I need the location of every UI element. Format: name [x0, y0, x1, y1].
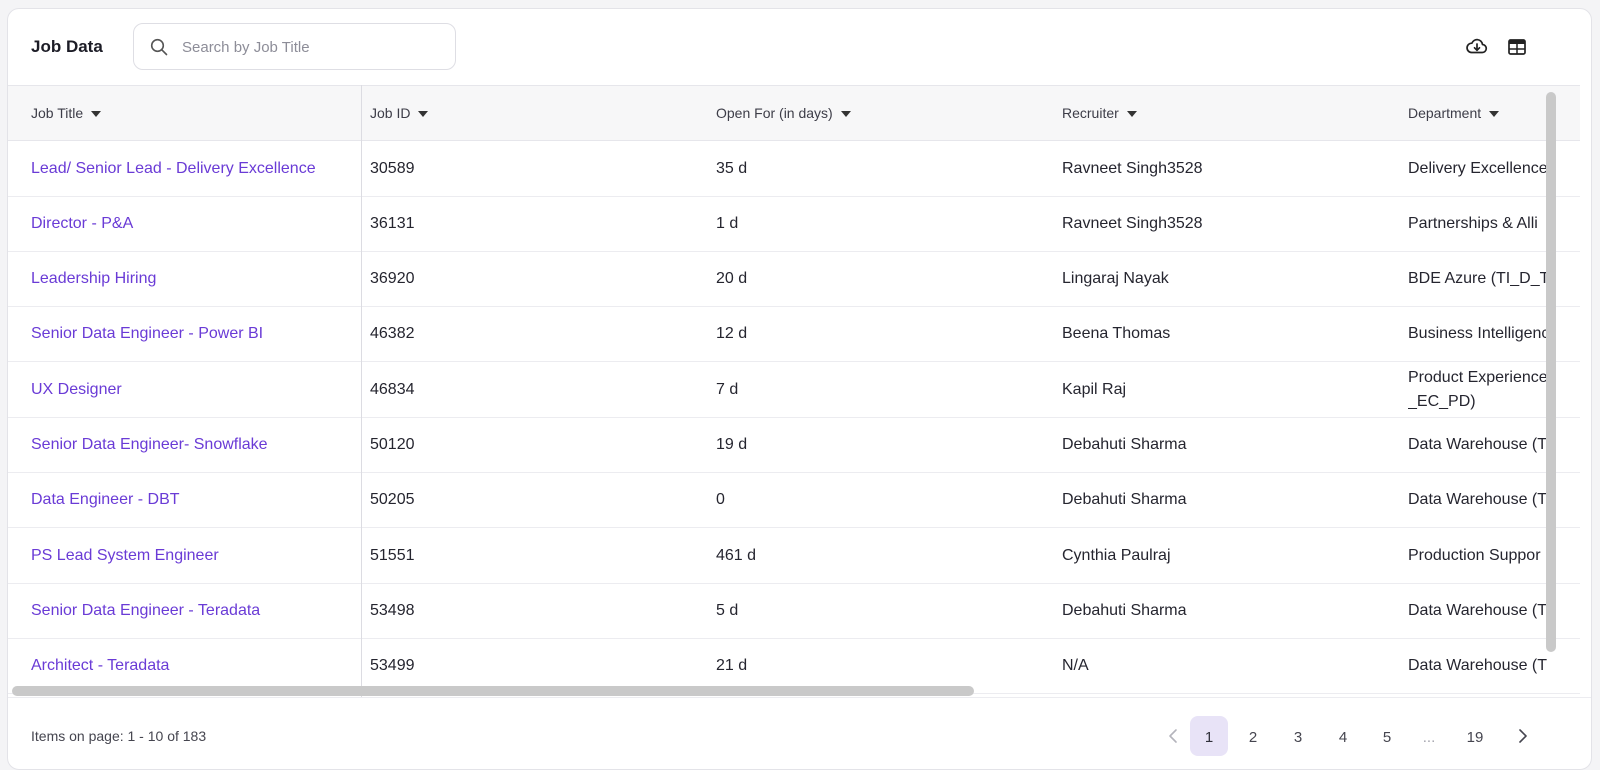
table-row: Director - P&A 36131 1 d Ravneet Singh35…: [8, 196, 1580, 252]
job-data-card: Job Data Job Title Job ID Open For (in d…: [7, 8, 1592, 770]
page-button-2[interactable]: 2: [1234, 716, 1272, 756]
job-title-link[interactable]: Senior Data Engineer- Snowflake: [31, 417, 351, 472]
job-id-cell: 46382: [370, 324, 415, 342]
column-header-recruiter[interactable]: Recruiter: [1062, 86, 1137, 140]
recruiter-cell: Debahuti Sharma: [1062, 490, 1187, 508]
column-label: Job ID: [370, 105, 411, 121]
job-title-link[interactable]: UX Designer: [31, 362, 351, 417]
horizontal-scrollbar[interactable]: [12, 683, 1572, 697]
job-id-cell: 51551: [370, 546, 415, 564]
recruiter-cell: Cynthia Paulraj: [1062, 546, 1171, 564]
table-header: Job Title Job ID Open For (in days) Recr…: [8, 85, 1580, 141]
recruiter-cell: Debahuti Sharma: [1062, 601, 1187, 619]
cloud-download-icon[interactable]: [1465, 35, 1489, 59]
sort-caret-icon: [91, 111, 102, 117]
table-row: Senior Data Engineer - Power BI 46382 12…: [8, 306, 1580, 362]
open-for-cell: 20 d: [716, 269, 748, 287]
open-for-cell: 7 d: [716, 380, 739, 398]
page-title: Job Data: [31, 37, 103, 56]
table-row: Data Engineer - DBT 50205 0 Debahuti Sha…: [8, 472, 1580, 528]
job-id-cell: 50205: [370, 490, 415, 508]
table-row: Senior Data Engineer - Teradata 53498 5 …: [8, 583, 1580, 639]
open-for-cell: 461 d: [716, 546, 757, 564]
recruiter-cell: Debahuti Sharma: [1062, 435, 1187, 453]
recruiter-cell: Beena Thomas: [1062, 324, 1171, 342]
table-columns-icon[interactable]: [1505, 35, 1529, 59]
column-label: Open For (in days): [716, 105, 833, 121]
page-ellipsis: ...: [1422, 729, 1436, 746]
sort-caret-icon: [1489, 111, 1500, 117]
search-box[interactable]: [133, 23, 456, 71]
table-row: PS Lead System Engineer 51551 461 d Cynt…: [8, 528, 1580, 584]
column-label: Department: [1408, 105, 1482, 121]
search-input[interactable]: [180, 24, 444, 71]
vertical-scrollbar-thumb[interactable]: [1546, 92, 1556, 652]
department-cell: Data Warehouse (T: [1408, 435, 1548, 453]
page-button-5[interactable]: 5: [1368, 716, 1406, 756]
job-table: Job Title Job ID Open For (in days) Recr…: [8, 85, 1580, 697]
recruiter-cell: Lingaraj Nayak: [1062, 269, 1169, 287]
department-cell: Partnerships & Alli: [1408, 214, 1538, 232]
table-row: Senior Data Engineer- Snowflake 50120 19…: [8, 417, 1580, 473]
page-button-1[interactable]: 1: [1190, 716, 1228, 756]
column-header-open-for[interactable]: Open For (in days): [716, 86, 851, 140]
job-title-link[interactable]: PS Lead System Engineer: [31, 528, 351, 583]
job-id-cell: 46834: [370, 380, 415, 398]
card-header: Job Data: [8, 9, 1591, 85]
department-cell: Product Experience _EC_PD): [1408, 368, 1548, 410]
department-cell: Data Warehouse (T: [1408, 490, 1548, 508]
job-title-link[interactable]: Senior Data Engineer - Teradata: [31, 583, 351, 638]
page-button-19[interactable]: 19: [1456, 716, 1494, 756]
job-title-link[interactable]: Data Engineer - DBT: [31, 472, 351, 527]
column-header-job-title[interactable]: Job Title: [31, 86, 102, 140]
open-for-cell: 19 d: [716, 435, 748, 453]
job-title-link[interactable]: Leadership Hiring: [31, 251, 351, 306]
horizontal-scrollbar-thumb[interactable]: [12, 686, 974, 696]
sort-caret-icon: [840, 111, 851, 117]
job-title-link[interactable]: Lead/ Senior Lead - Delivery Excellence: [31, 141, 351, 196]
table-row: UX Designer 46834 7 d Kapil Raj Product …: [8, 362, 1580, 418]
open-for-cell: 1 d: [716, 214, 739, 232]
job-id-cell: 36920: [370, 269, 415, 287]
items-info: Items on page: 1 - 10 of 183: [31, 728, 207, 744]
department-cell: BDE Azure (TI_D_Te: [1408, 269, 1548, 287]
department-cell: Data Warehouse (T: [1408, 601, 1548, 619]
table-row: Leadership Hiring 36920 20 d Lingaraj Na…: [8, 251, 1580, 307]
open-for-cell: 0: [716, 490, 725, 508]
department-cell: Business Intelligenc: [1408, 324, 1548, 342]
sort-caret-icon: [418, 111, 429, 117]
job-id-cell: 36131: [370, 214, 415, 232]
department-cell: Delivery Excellence: [1408, 159, 1548, 177]
job-id-cell: 50120: [370, 435, 415, 453]
search-icon: [150, 38, 168, 56]
job-title-link[interactable]: Director - P&A: [31, 196, 351, 251]
recruiter-cell: Ravneet Singh3528: [1062, 159, 1203, 177]
department-cell: Production Suppor: [1408, 546, 1541, 564]
open-for-cell: 5 d: [716, 601, 739, 619]
page-button-4[interactable]: 4: [1324, 716, 1362, 756]
chevron-right-icon[interactable]: [1504, 716, 1542, 756]
chevron-left-icon[interactable]: [1154, 716, 1192, 756]
recruiter-cell: Ravneet Singh3528: [1062, 214, 1203, 232]
page-button-3[interactable]: 3: [1279, 716, 1317, 756]
column-header-job-id[interactable]: Job ID: [370, 86, 429, 140]
table-row: Lead/ Senior Lead - Delivery Excellence …: [8, 141, 1580, 197]
sort-caret-icon: [1126, 111, 1137, 117]
column-header-department[interactable]: Department: [1408, 86, 1500, 140]
recruiter-cell: Kapil Raj: [1062, 380, 1127, 398]
pinned-column-divider: [361, 85, 362, 697]
job-title-link[interactable]: Senior Data Engineer - Power BI: [31, 306, 351, 361]
vertical-scrollbar[interactable]: [1546, 92, 1556, 654]
column-label: Job Title: [31, 105, 84, 121]
column-label: Recruiter: [1062, 105, 1119, 121]
open-for-cell: 12 d: [716, 324, 748, 342]
job-id-cell: 30589: [370, 159, 415, 177]
job-id-cell: 53498: [370, 601, 415, 619]
table-footer: Items on page: 1 - 10 of 183 1 2 3 4 5 .…: [8, 697, 1591, 768]
open-for-cell: 35 d: [716, 159, 748, 177]
